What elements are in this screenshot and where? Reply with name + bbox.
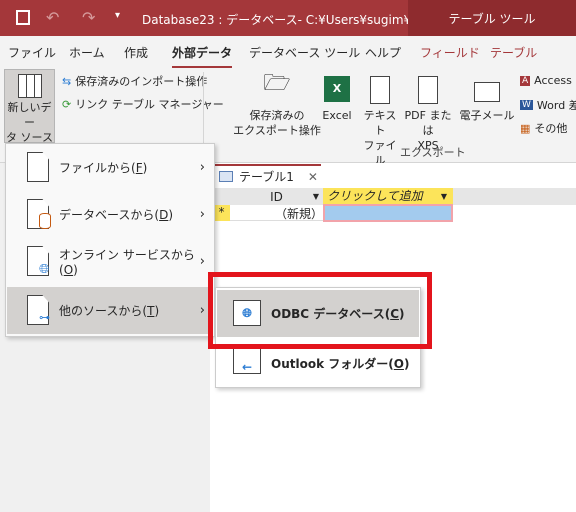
new-data-source-menu: ファイルから(F) › データベースから(D) › 🌐︎ オンライン サービスから(O… [5,143,215,337]
tab-table[interactable]: テーブル [490,44,537,61]
title-bar: ↶ ↷ ▾ Database23 : データベース- C:¥Users¥sugi… [0,0,576,36]
tab-external-data[interactable]: 外部データ [172,44,233,68]
text-file-icon [370,76,390,104]
excel-icon: X [324,76,350,102]
menu-item-from-online-services[interactable]: 🌐︎ オンライン サービスから(O) › [7,238,213,285]
new-row-id-cell[interactable]: （新規） [230,205,323,221]
table-icon [219,171,233,182]
access-icon: A [520,75,531,86]
more-icon: ▦ [520,121,531,135]
excel-export-button[interactable]: X Excel [318,76,356,123]
tab-fields[interactable]: フィールド [420,44,480,61]
column-header-id[interactable]: ID ▼ [230,188,323,205]
menu-item-from-other-sources[interactable]: ⊶ 他のソースから(T) › [7,287,213,334]
saved-imports-icon: ⇆ [62,74,72,88]
pdf-export-button[interactable]: PDF または XPS [400,76,456,153]
save-icon[interactable] [16,10,30,25]
access-export-button[interactable]: A Access [520,74,572,87]
customize-icon[interactable]: ▾ [115,10,120,21]
word-export-button[interactable]: W Word 差 [520,97,576,113]
new-row-marker: * [213,205,230,221]
linked-table-icon: ⟳ [62,97,72,111]
window-title: Database23 : データベース- C:¥Users¥sugim¥On··… [142,13,440,27]
outlook-folder-icon: ← [233,346,261,374]
more-export-button[interactable]: ▦ その他 [520,120,567,136]
text-file-export-button[interactable]: テキスト ファイル [360,76,400,168]
table1-tab[interactable]: テーブル1 ✕ [213,164,321,187]
export-group-label: エクスポート [400,146,466,159]
folder-export-icon: 🗁 [263,71,291,96]
tab-create[interactable]: 作成 [124,44,148,61]
chevron-right-icon: › [199,254,205,269]
email-icon [474,82,500,102]
selected-cell[interactable] [323,204,453,222]
tab-file[interactable]: ファイル [8,44,56,61]
chevron-right-icon: › [199,160,205,175]
chevron-right-icon: › [199,207,205,222]
word-icon: W [520,100,533,110]
highlight-box [208,272,432,349]
chevron-right-icon: › [199,303,205,318]
email-export-button[interactable]: 電子メール [458,76,516,123]
new-data-source-button[interactable]: 新しいデー タ ソース ˅ [4,69,55,159]
tab-help[interactable]: ヘルプ [365,44,401,61]
context-tab-label: テーブル ツール [408,0,576,36]
pdf-icon [418,76,438,104]
ribbon-tabs: ファイル ホーム 作成 外部データ データベース ツール ヘルプ フィールド テ… [0,36,576,68]
column-header-add[interactable]: クリックして追加 ▼ [323,188,453,205]
new-table-icon [17,74,42,98]
saved-exports-button[interactable]: 🗁 保存済みの エクスポート操作 [232,71,322,138]
close-icon[interactable]: ✕ [308,170,318,184]
redo-icon[interactable]: ↷ [82,8,95,27]
saved-imports-button[interactable]: ⇆ 保存済みのインポート操作 [62,73,207,89]
menu-item-from-database[interactable]: データベースから(D) › [7,191,213,238]
tab-home[interactable]: ホーム [69,44,105,61]
menu-item-from-file[interactable]: ファイルから(F) › [7,144,213,191]
tab-database-tools[interactable]: データベース ツール [249,44,360,61]
file-icon [27,152,49,182]
linked-table-manager-button[interactable]: ⟳ リンク テーブル マネージャー [62,96,224,112]
undo-icon[interactable]: ↶ [46,8,59,27]
